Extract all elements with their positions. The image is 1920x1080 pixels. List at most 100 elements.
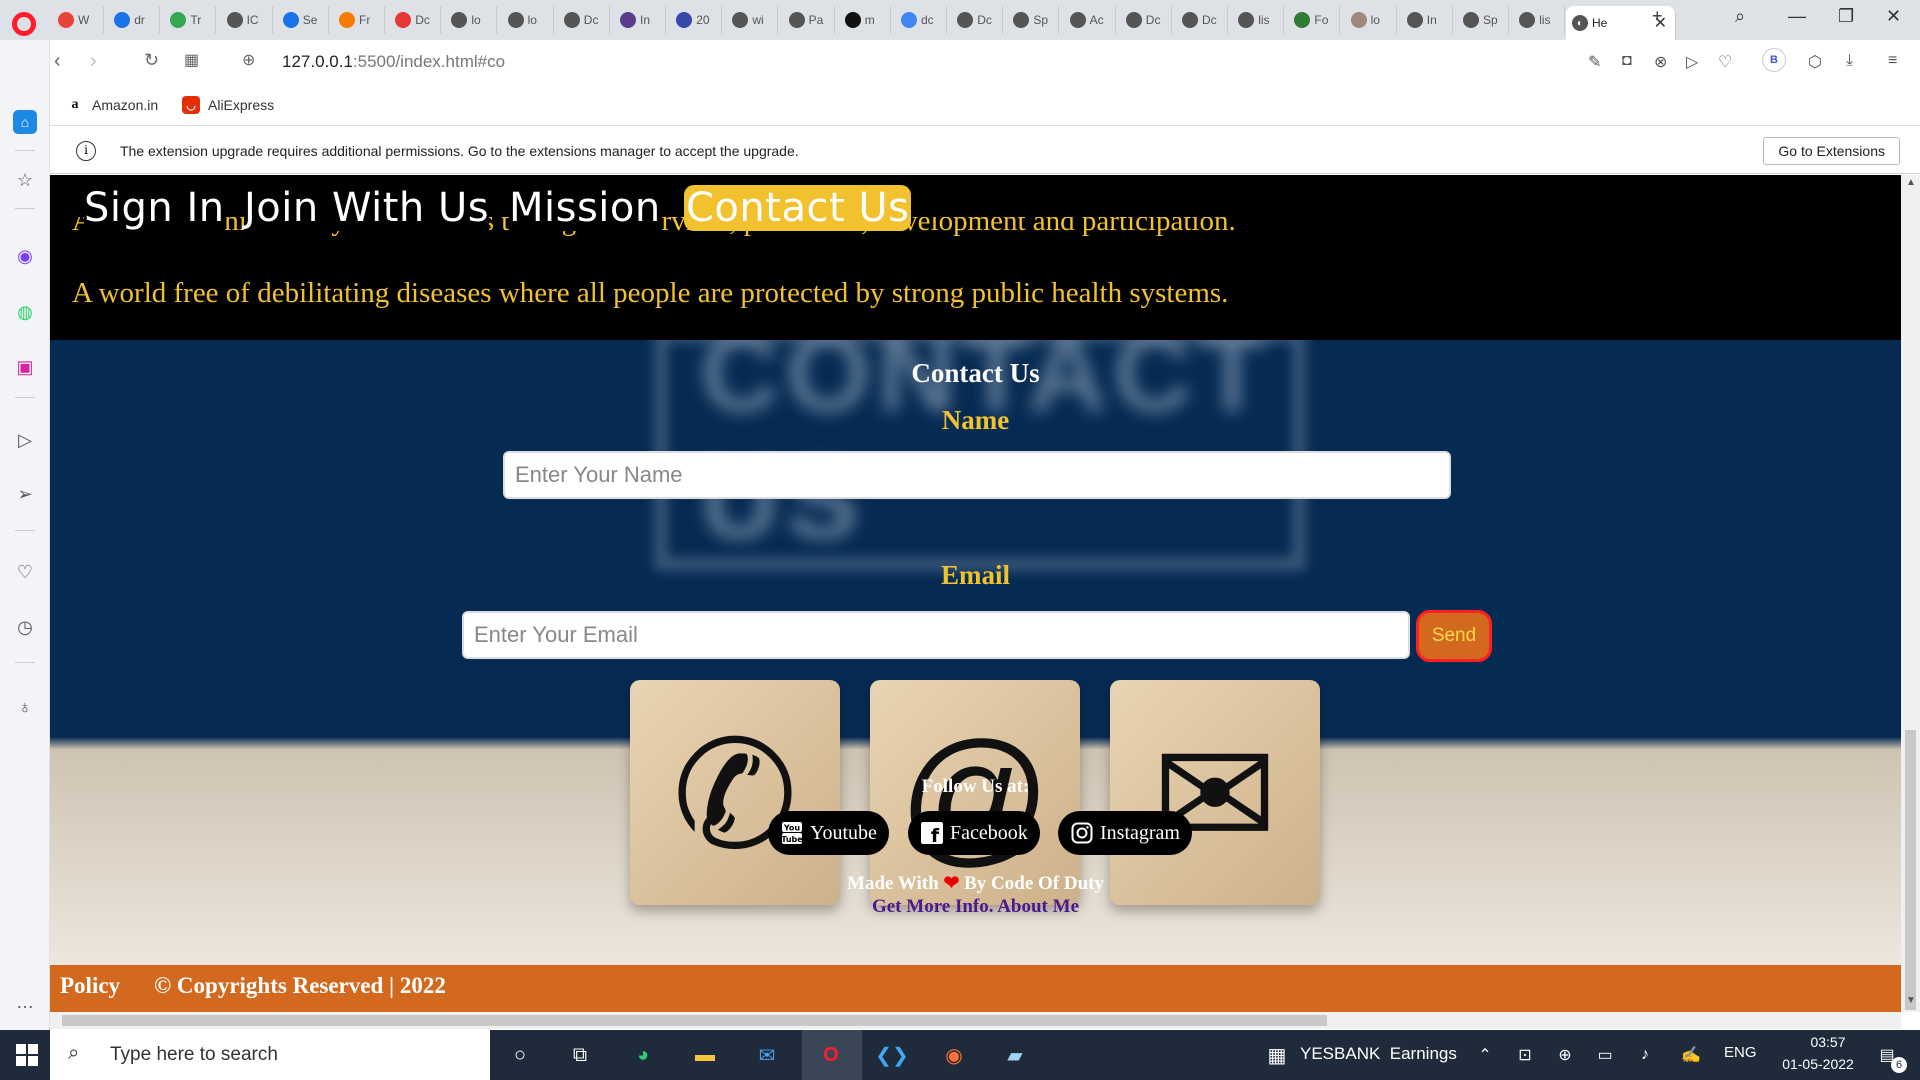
nav-mission[interactable]: Mission: [509, 185, 661, 231]
home-icon[interactable]: ⌂: [13, 110, 37, 134]
browser-tab[interactable]: lo: [445, 6, 498, 34]
minimize-button[interactable]: —: [1788, 6, 1806, 27]
star-icon[interactable]: ☆: [13, 168, 37, 192]
browser-tab[interactable]: lo: [502, 6, 554, 34]
lightbulb-icon[interactable]: ♁: [13, 695, 37, 719]
browser-tab[interactable]: Fr: [333, 6, 385, 34]
email-input[interactable]: Enter Your Email: [462, 611, 1410, 659]
close-window-button[interactable]: ✕: [1886, 6, 1901, 27]
notepad-icon[interactable]: ▰: [1000, 1040, 1030, 1070]
instagram-icon[interactable]: ▣: [13, 355, 37, 379]
snap-edit-icon[interactable]: ✎: [1588, 52, 1601, 72]
opera-icon[interactable]: O: [816, 1040, 846, 1070]
browser-tab[interactable]: Sp: [1457, 6, 1509, 34]
url-field[interactable]: 127.0.0.1:5500/index.html#co: [282, 52, 505, 72]
youtube-link[interactable]: You Tube Youtube: [768, 811, 889, 855]
back-icon[interactable]: ‹: [54, 50, 61, 73]
instagram-link[interactable]: Instagram: [1058, 811, 1192, 855]
taskbar-search-input[interactable]: ⌕ Type here to search: [50, 1030, 490, 1080]
history-icon[interactable]: ◷: [13, 615, 37, 639]
browser-tab[interactable]: lo: [1345, 6, 1397, 34]
browser-tab[interactable]: Dc: [558, 6, 610, 34]
browser-tab[interactable]: In: [614, 6, 666, 34]
file-explorer-icon[interactable]: ▬: [690, 1040, 720, 1070]
camera-icon[interactable]: ◘: [1622, 52, 1632, 70]
tiles-icon[interactable]: ▦: [184, 50, 199, 70]
browser-tab[interactable]: m: [839, 6, 891, 34]
heart-icon[interactable]: ♡: [13, 560, 37, 584]
more-info-link[interactable]: Get More Info. About Me: [50, 896, 1901, 918]
flow-send-icon[interactable]: ▷: [1686, 52, 1698, 72]
extensions-cube-icon[interactable]: ⬡: [1808, 52, 1822, 72]
download-icon[interactable]: ⤓: [1846, 52, 1853, 70]
volume-icon[interactable]: ♪: [1630, 1040, 1660, 1070]
send-icon[interactable]: ➢: [13, 482, 37, 506]
stock-ticker[interactable]: YESBANK Earnings: [1300, 1044, 1457, 1064]
vertical-scroll-thumb[interactable]: [1905, 730, 1916, 1010]
browser-tab[interactable]: Dc: [389, 6, 442, 34]
windows-start-icon[interactable]: [12, 1040, 42, 1070]
horizontal-scroll-thumb[interactable]: [62, 1015, 1327, 1026]
whatsapp-icon[interactable]: ◍: [13, 300, 37, 324]
tab-search-icon[interactable]: ⌕: [1735, 6, 1745, 27]
firefox-icon[interactable]: ◉: [939, 1040, 969, 1070]
scroll-down-icon[interactable]: ▼: [1906, 995, 1916, 1006]
browser-tab[interactable]: W: [52, 6, 104, 34]
nav-join-with-us[interactable]: Join With Us: [244, 185, 490, 231]
task-view-icon[interactable]: ⧉: [565, 1040, 595, 1070]
browser-tab[interactable]: In: [1401, 6, 1453, 34]
browser-tab[interactable]: Ac: [1064, 6, 1116, 34]
calendar-widget-icon[interactable]: ▦: [1262, 1040, 1292, 1070]
bookmark-amazon[interactable]: a Amazon.in: [66, 96, 159, 114]
clock-time[interactable]: 03:57: [1788, 1034, 1868, 1050]
clock-date[interactable]: 01-05-2022: [1768, 1056, 1868, 1072]
pen-icon[interactable]: ✍: [1676, 1040, 1706, 1070]
more-icon[interactable]: …: [13, 990, 37, 1014]
browser-tab[interactable]: lis: [1513, 6, 1566, 34]
browser-tab[interactable]: Dc: [951, 6, 1004, 34]
browser-tab[interactable]: Dc: [1176, 6, 1228, 34]
network-icon[interactable]: ⊕: [1550, 1040, 1580, 1070]
browser-tab[interactable]: dr: [108, 6, 161, 34]
vertical-scrollbar[interactable]: ▲ ▼: [1901, 175, 1920, 1012]
reload-icon[interactable]: ↻: [144, 50, 159, 71]
browser-tab[interactable]: Pa: [783, 6, 835, 34]
send-button[interactable]: Send: [1416, 610, 1492, 662]
nav-sign-in[interactable]: Sign In: [84, 185, 225, 231]
browser-tab[interactable]: Se: [277, 6, 329, 34]
browser-tab[interactable]: lis: [1232, 6, 1285, 34]
adblock-icon[interactable]: ⊗: [1654, 52, 1667, 72]
browser-tab[interactable]: Sp: [1007, 6, 1060, 34]
scroll-up-icon[interactable]: ▲: [1906, 177, 1916, 188]
browser-tab[interactable]: Tr: [164, 6, 217, 34]
profile-avatar[interactable]: B: [1762, 48, 1786, 72]
browser-tab[interactable]: IC: [221, 6, 273, 34]
new-tab-button[interactable]: +: [1652, 6, 1663, 27]
site-info-icon[interactable]: ⊕: [242, 50, 255, 70]
mail-icon[interactable]: ✉: [752, 1040, 782, 1070]
bookmark-heart-icon[interactable]: ♡: [1718, 52, 1732, 72]
meet-icon[interactable]: ⊡: [1510, 1040, 1540, 1070]
horizontal-scrollbar[interactable]: [50, 1012, 1901, 1029]
nav-contact-us[interactable]: Contact Us: [684, 185, 912, 231]
edge-icon[interactable]: ◕: [628, 1040, 658, 1070]
cortana-icon[interactable]: ○: [505, 1040, 535, 1070]
language-indicator[interactable]: ENG: [1724, 1044, 1757, 1061]
restore-button[interactable]: ❐: [1838, 6, 1854, 27]
forward-icon[interactable]: ›: [90, 50, 97, 73]
messenger-icon[interactable]: ◉: [13, 244, 37, 268]
battery-icon[interactable]: ▭: [1590, 1040, 1620, 1070]
browser-tab[interactable]: wi: [726, 6, 779, 34]
vscode-icon[interactable]: ❮❯: [875, 1040, 909, 1070]
go-to-extensions-button[interactable]: Go to Extensions: [1763, 137, 1900, 165]
browser-tab[interactable]: Fo: [1288, 6, 1341, 34]
policy-link[interactable]: Policy: [60, 973, 120, 999]
browser-tab[interactable]: dc: [895, 6, 947, 34]
browser-tab[interactable]: Dc: [1120, 6, 1172, 34]
chevron-up-icon[interactable]: ⌃: [1470, 1040, 1500, 1070]
facebook-link[interactable]: f Facebook: [908, 811, 1040, 855]
browser-tab[interactable]: 20: [670, 6, 723, 34]
easy-setup-icon[interactable]: ≡: [1888, 52, 1897, 70]
bookmark-aliexpress[interactable]: ◡ AliExpress: [182, 96, 274, 114]
player-icon[interactable]: ▷: [13, 428, 37, 452]
